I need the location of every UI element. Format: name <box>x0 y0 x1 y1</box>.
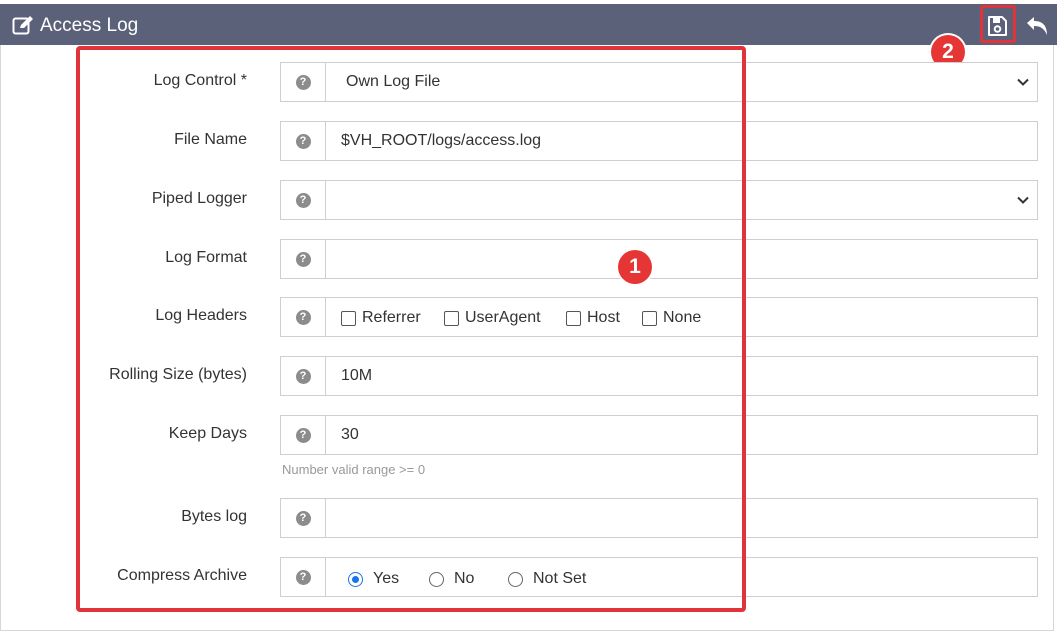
undo-icon[interactable] <box>1025 15 1049 37</box>
chevron-down-icon <box>1017 78 1029 86</box>
chevron-down-icon <box>1017 196 1029 204</box>
step-marker-1: 1 <box>618 250 652 284</box>
panel-header: Access Log <box>0 4 1057 45</box>
form-highlight <box>76 46 746 612</box>
edit-icon <box>12 16 33 35</box>
panel-title: Access Log <box>40 15 139 36</box>
save-highlight <box>980 5 1016 43</box>
